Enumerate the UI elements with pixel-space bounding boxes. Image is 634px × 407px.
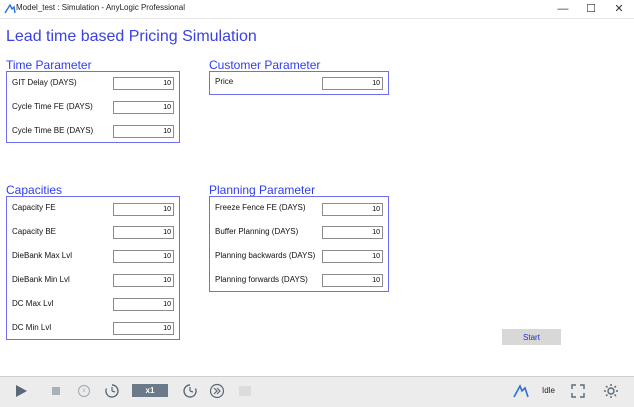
freeze-fence-label: Freeze Fence FE (DAYS) bbox=[215, 203, 306, 212]
git-delay-input[interactable]: 10 bbox=[113, 77, 174, 90]
dc-min-label: DC Min Lvl bbox=[12, 323, 52, 332]
dc-min-input[interactable]: 10 bbox=[113, 322, 174, 335]
fullscreen-icon[interactable] bbox=[570, 383, 586, 399]
buffer-planning-label: Buffer Planning (DAYS) bbox=[215, 227, 299, 236]
cycle-time-be-label: Cycle Time BE (DAYS) bbox=[12, 126, 94, 135]
step-icon[interactable] bbox=[209, 383, 225, 399]
slower-icon[interactable]: x bbox=[76, 383, 92, 399]
capacities-title: Capacities bbox=[6, 183, 63, 197]
planning-forwards-input[interactable]: 10 bbox=[322, 274, 383, 287]
maximize-icon: ☐ bbox=[586, 3, 596, 15]
status-text: Idle bbox=[542, 386, 555, 395]
planning-backwards-input[interactable]: 10 bbox=[322, 250, 383, 263]
bottom-toolbar bbox=[0, 376, 634, 407]
dc-max-input[interactable]: 10 bbox=[113, 298, 174, 311]
close-button[interactable]: ✕ bbox=[605, 0, 633, 17]
run-icon[interactable] bbox=[13, 383, 29, 399]
diebank-max-input[interactable]: 10 bbox=[113, 250, 174, 263]
capacity-fe-label: Capacity FE bbox=[12, 203, 56, 212]
start-button[interactable]: Start bbox=[502, 329, 561, 345]
speed-indicator: x1 bbox=[132, 384, 168, 397]
time-parameter-title: Time Parameter bbox=[6, 58, 92, 72]
customer-parameter-title: Customer Parameter bbox=[209, 58, 321, 72]
capacities-group bbox=[6, 196, 180, 340]
minimize-button[interactable]: — bbox=[549, 0, 577, 17]
diebank-max-label: DieBank Max Lvl bbox=[12, 251, 73, 260]
planning-forwards-label: Planning forwards (DAYS) bbox=[215, 275, 308, 284]
cycle-time-fe-label: Cycle Time FE (DAYS) bbox=[12, 102, 93, 111]
capacity-be-label: Capacity BE bbox=[12, 227, 57, 236]
price-label: Price bbox=[215, 77, 234, 86]
freeze-fence-input[interactable]: 10 bbox=[322, 203, 383, 216]
close-icon: ✕ bbox=[614, 3, 624, 15]
planning-parameter-title: Planning Parameter bbox=[209, 183, 316, 197]
page-title: Lead time based Pricing Simulation bbox=[6, 28, 257, 45]
capacity-be-input[interactable]: 10 bbox=[113, 226, 174, 239]
diebank-min-input[interactable]: 10 bbox=[113, 274, 174, 287]
price-input[interactable]: 10 bbox=[322, 77, 383, 90]
buffer-planning-input[interactable]: 10 bbox=[322, 226, 383, 239]
dc-max-label: DC Max Lvl bbox=[12, 299, 54, 308]
minimize-icon: — bbox=[557, 2, 569, 15]
cycle-time-fe-input[interactable]: 10 bbox=[113, 101, 174, 114]
diebank-min-label: DieBank Min Lvl bbox=[12, 275, 70, 284]
stop-icon[interactable] bbox=[48, 383, 64, 399]
blank-toolbar-icon bbox=[239, 386, 251, 396]
maximize-button[interactable]: ☐ bbox=[577, 0, 605, 17]
start-button-label: Start bbox=[523, 332, 540, 342]
cycle-time-be-input[interactable]: 10 bbox=[113, 125, 174, 138]
window-title: Model_test : Simulation - AnyLogic Profe… bbox=[16, 3, 185, 12]
planning-backwards-label: Planning backwards (DAYS) bbox=[215, 251, 316, 260]
developer-panel-icon[interactable] bbox=[513, 383, 529, 399]
capacity-fe-input[interactable]: 10 bbox=[113, 203, 174, 216]
faster-icon[interactable] bbox=[182, 383, 198, 399]
settings-icon[interactable] bbox=[603, 383, 619, 399]
anylogic-icon bbox=[4, 3, 16, 14]
git-delay-label: GIT Delay (DAYS) bbox=[12, 78, 77, 87]
slower-label: x bbox=[82, 388, 86, 394]
realtime-icon[interactable] bbox=[104, 383, 120, 399]
